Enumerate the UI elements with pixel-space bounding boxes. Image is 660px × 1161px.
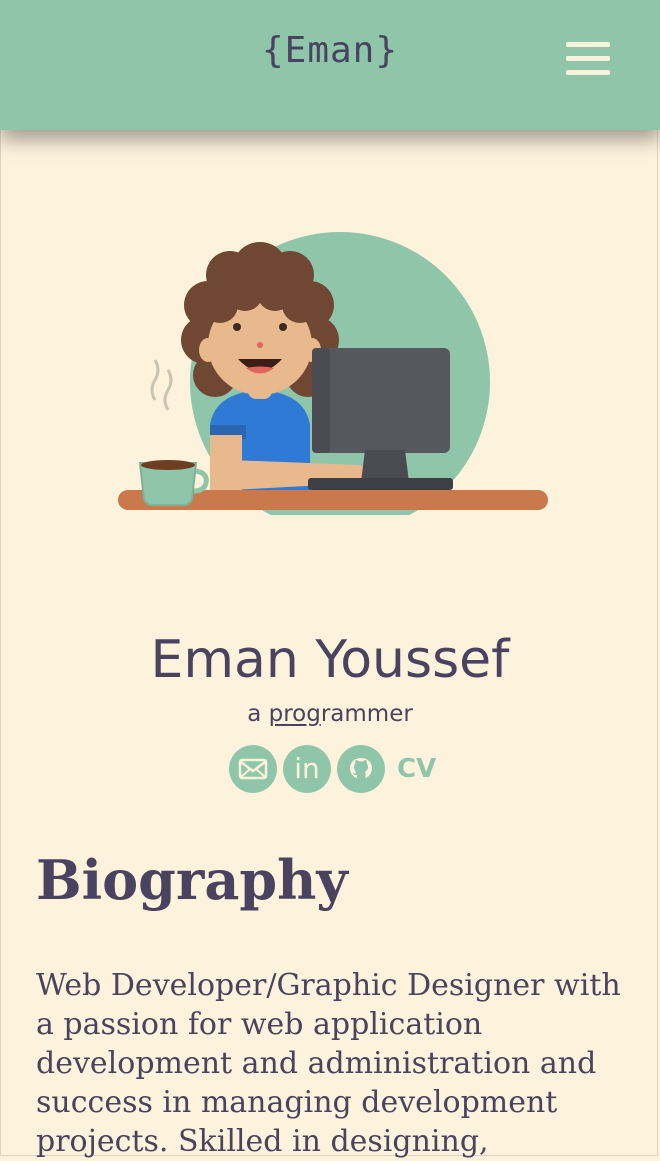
profile-tagline: a programmer [0,701,660,727]
github-icon[interactable] [337,745,385,793]
social-links: in CV [229,744,436,794]
cv-link[interactable]: CV [397,754,436,784]
biography-text: Web Developer/Graphic Designer with a pa… [36,968,621,1159]
biography-heading: Biography [36,848,348,912]
programmer-illustration [110,225,550,532]
linkedin-label: in [294,752,320,785]
tagline-underlined: prog [268,701,321,727]
tagline-suffix: rammer [320,701,413,727]
top-header: {Eman} [0,0,660,130]
linkedin-icon[interactable]: in [283,745,331,793]
mail-icon[interactable] [229,745,277,793]
tagline-prefix: a [247,701,269,727]
hamburger-menu-icon[interactable] [566,42,610,76]
profile-name: Eman Youssef [150,630,510,690]
site-logo[interactable]: {Eman} [0,30,660,71]
